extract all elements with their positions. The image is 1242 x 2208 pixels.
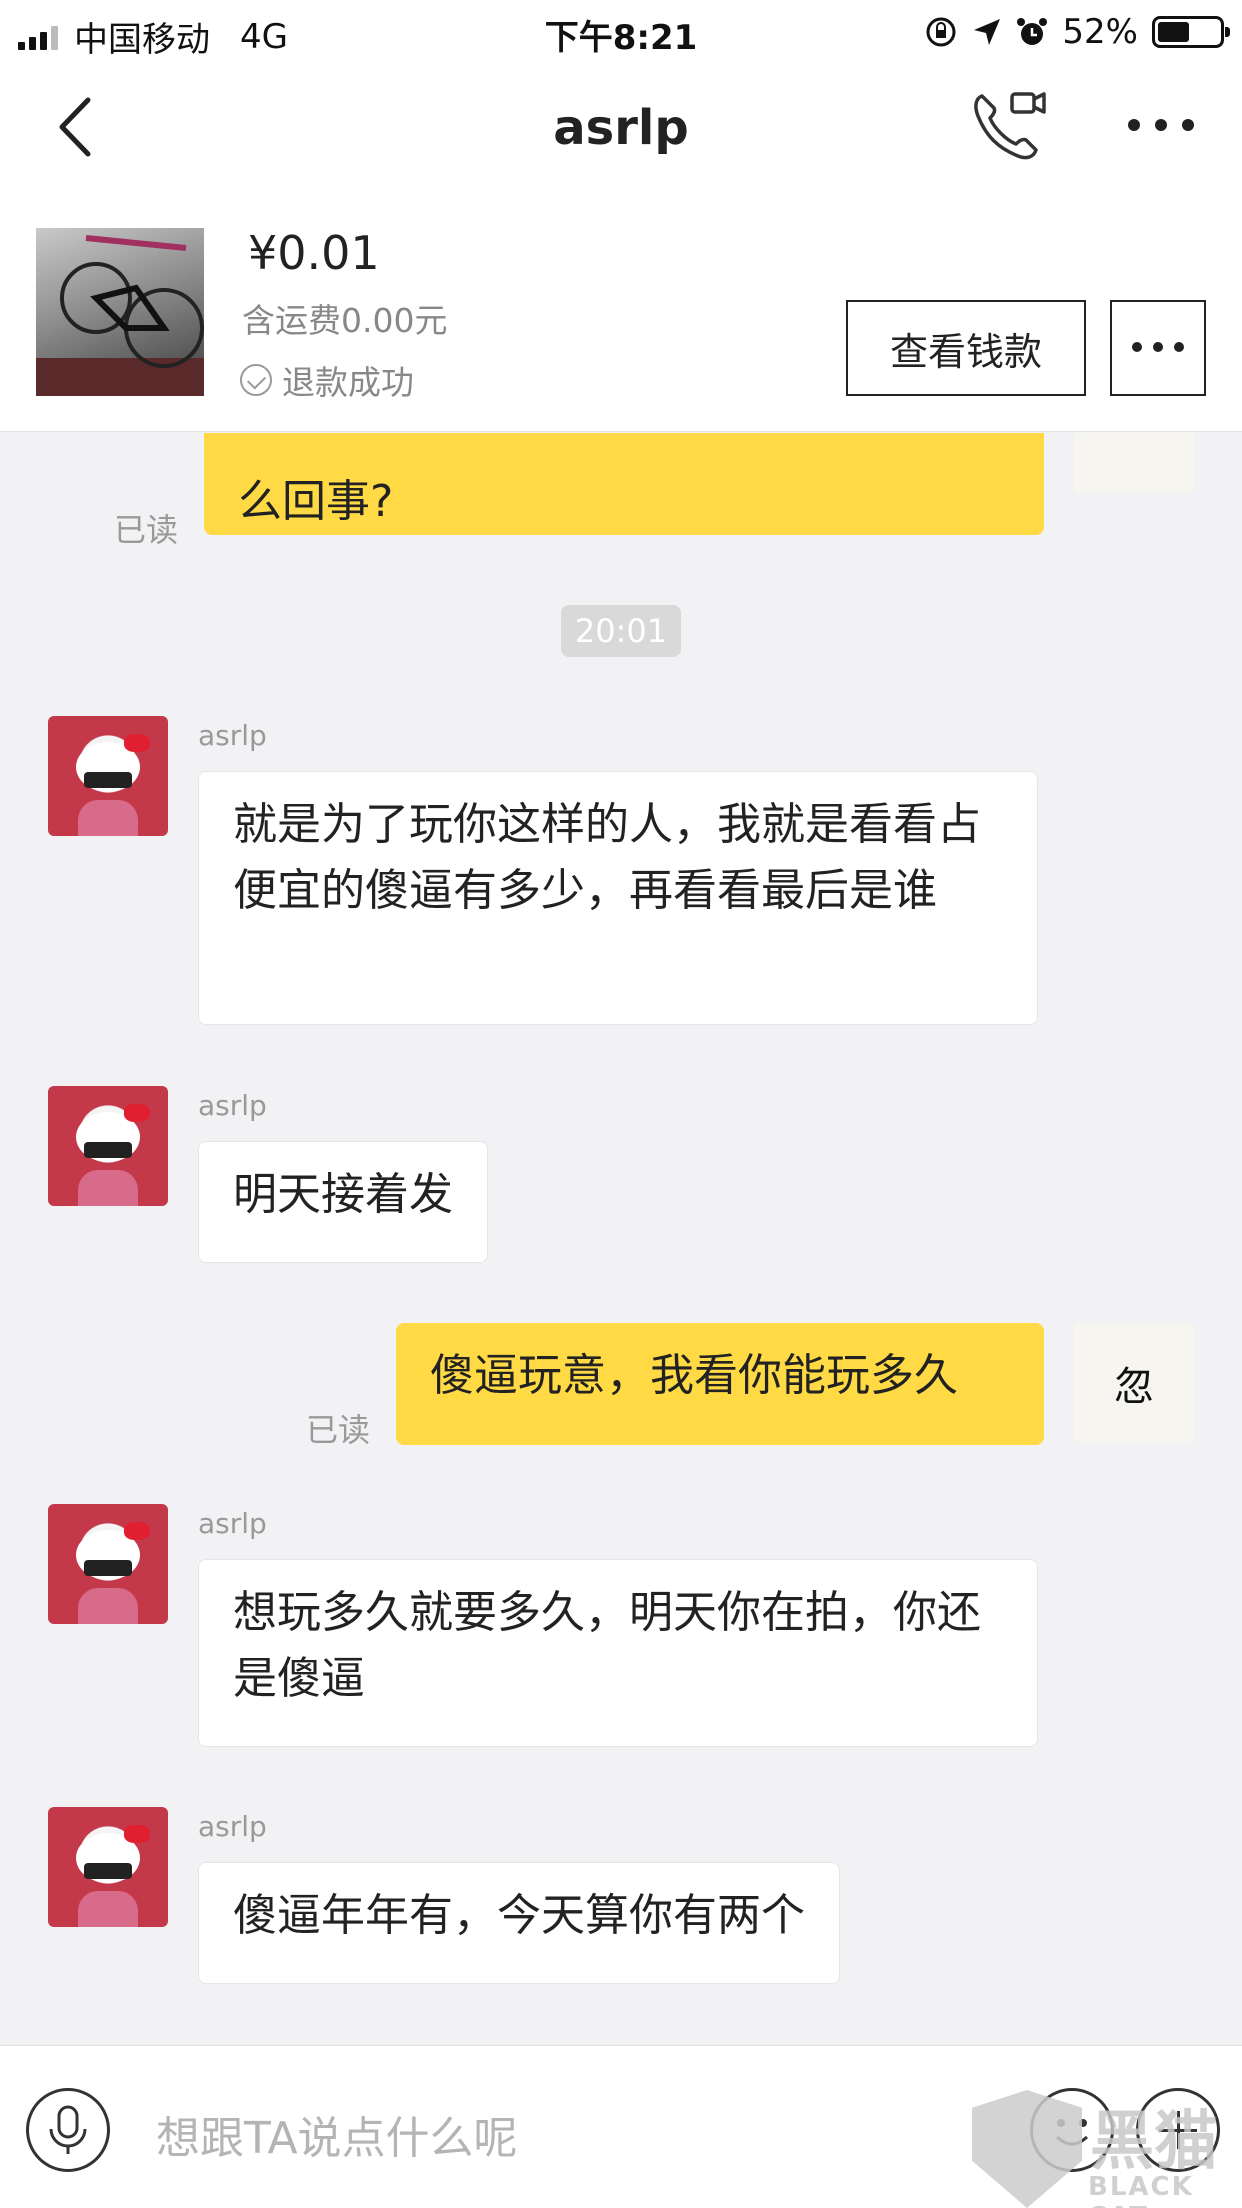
phone-video-icon[interactable] [968, 86, 1046, 164]
message-bubble[interactable]: 想玩多久就要多久，明天你在拍，你还是傻逼 [198, 1559, 1038, 1747]
product-price: ¥0.01 [248, 226, 380, 280]
check-circle-icon [240, 364, 272, 396]
message-text: 明天接着发 [233, 1169, 453, 1220]
read-receipt: 已读 [306, 1411, 371, 1449]
message-bubble[interactable]: 就是为了玩你这样的人，我就是看看占便宜的傻逼有多少，再看看最后是谁 [198, 771, 1038, 1025]
sender-name: asrlp [198, 719, 267, 752]
cat-shield-icon [972, 2090, 1082, 2208]
message-input[interactable]: 想跟TA说点什么呢 [156, 2102, 518, 2166]
avatar[interactable] [48, 1504, 168, 1624]
sender-name: asrlp [198, 1089, 267, 1122]
more-icon[interactable] [1126, 114, 1196, 136]
refund-status: 退款成功 [240, 356, 414, 404]
avatar[interactable] [48, 716, 168, 836]
watermark-logo: 黑猫 BLACK CAT [972, 2090, 1242, 2208]
product-thumbnail[interactable] [36, 228, 204, 396]
message-text: 傻逼年年有，今天算你有两个 [233, 1890, 805, 1941]
rotation-lock-icon [926, 17, 956, 47]
sender-name: asrlp [198, 1810, 267, 1843]
chat-area[interactable]: 么回事? 已读 20:01 asrlp 就是为了玩你这样的人，我就是看看占便宜的… [0, 433, 1242, 2045]
location-icon [974, 19, 1001, 45]
chat-title: asrlp [553, 100, 689, 156]
message-bubble[interactable]: 么回事? [204, 433, 1044, 535]
message-timestamp: 20:01 [561, 605, 681, 657]
product-card: ¥0.01 含运费0.00元 退款成功 查看钱款 [0, 192, 1242, 432]
view-payment-button[interactable]: 查看钱款 [846, 300, 1086, 396]
avatar[interactable] [48, 1807, 168, 1927]
message-text: 想玩多久就要多久，明天你在拍，你还是傻逼 [233, 1587, 981, 1704]
refund-status-label: 退款成功 [282, 363, 414, 402]
message-bubble[interactable]: 傻逼年年有，今天算你有两个 [198, 1862, 840, 1984]
read-receipt: 已读 [114, 511, 179, 549]
avatar[interactable]: 忽 [1074, 1323, 1194, 1443]
message-text: 傻逼玩意，我看你能玩多久 [430, 1350, 958, 1401]
battery-icon [1152, 16, 1230, 48]
message-text: 么回事? [238, 476, 394, 527]
status-bar: 中国移动 4G 下午8:21 52% [0, 0, 1242, 62]
more-icon [1132, 341, 1184, 352]
avatar-glyph: 忽 [1114, 1364, 1154, 1410]
watermark-cn: 黑猫 [1090, 2105, 1218, 2179]
alarm-icon [1017, 18, 1048, 45]
sender-name: asrlp [198, 1507, 267, 1540]
avatar[interactable] [48, 1086, 168, 1206]
avatar[interactable] [1074, 433, 1194, 493]
message-bubble[interactable]: 傻逼玩意，我看你能玩多久 [396, 1323, 1044, 1445]
microphone-icon[interactable] [26, 2088, 110, 2172]
product-more-button[interactable] [1110, 300, 1206, 396]
message-text: 就是为了玩你这样的人，我就是看看占便宜的傻逼有多少，再看看最后是谁 [233, 799, 981, 916]
message-bubble[interactable]: 明天接着发 [198, 1141, 488, 1263]
shipping-fee: 含运费0.00元 [242, 301, 448, 340]
chat-header: asrlp [0, 62, 1242, 192]
message-outgoing: 么回事? 已读 [0, 433, 1242, 549]
battery-percent: 52% [1062, 12, 1138, 52]
watermark-en: BLACK CAT [1088, 2172, 1194, 2208]
